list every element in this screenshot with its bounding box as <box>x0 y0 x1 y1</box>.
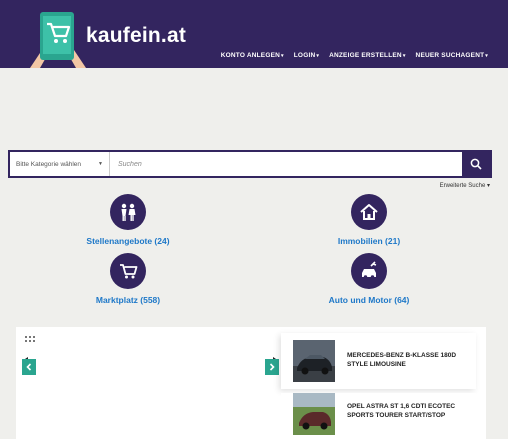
cart-icon <box>120 264 138 279</box>
category-label: Marktplatz (558) <box>95 295 161 305</box>
category-select[interactable]: Bitte Kategorie wählen ▼ <box>10 152 110 176</box>
caret-icon: ▾ <box>402 53 406 59</box>
listing-title: MERCEDES-BENZ B-KLASSE 180D STYLE LIMOUS… <box>347 352 457 368</box>
carousel-prev-button[interactable] <box>22 359 36 375</box>
chevron-down-icon: ▼ <box>98 161 103 167</box>
nav-label: KONTO ANLEGEN <box>220 52 281 59</box>
site-header: kaufein.at KONTO ANLEGEN▾ LOGIN▾ ANZEIGE… <box>0 0 508 68</box>
nav-konto-anlegen[interactable]: KONTO ANLEGEN▾ <box>221 52 284 59</box>
listing-title: OPEL ASTRA ST 1,6 CDTI ECOTEC SPORTS TOU… <box>347 403 456 419</box>
category-icon-circle <box>110 253 146 289</box>
grid-view-icon[interactable] <box>25 336 35 343</box>
caret-icon: ▾ <box>281 53 284 59</box>
category-label: Immobilien (21) <box>337 236 401 246</box>
car-photo-thumbnail <box>293 340 335 382</box>
nav-neuer-suchagent[interactable]: NEUER SUCHAGENT▾ <box>416 52 488 59</box>
search-button[interactable] <box>462 152 490 176</box>
category-auto-und-motor[interactable]: Auto und Motor (64) <box>289 253 449 305</box>
carousel-next-button[interactable] <box>265 359 279 375</box>
category-marktplatz[interactable]: Marktplatz (558) <box>48 253 208 305</box>
listings-panel: MERCEDES-BENZ B-KLASSE 180D STYLE LIMOUS… <box>16 327 486 439</box>
people-icon <box>121 203 136 221</box>
search-icon <box>470 158 482 170</box>
category-immobilien[interactable]: Immobilien (21) <box>289 194 449 246</box>
caret-icon: ▾ <box>485 53 488 59</box>
nav-label: ANZEIGE ERSTELLEN <box>329 52 402 59</box>
search-input[interactable] <box>110 152 462 176</box>
car-photo-thumbnail <box>293 393 335 435</box>
house-icon <box>360 204 378 220</box>
car-icon <box>362 261 377 279</box>
category-icon-circle <box>351 253 387 289</box>
chevron-right-icon <box>269 363 275 371</box>
search-bar: Bitte Kategorie wählen ▼ <box>8 150 492 178</box>
logo-tablet-cart-icon[interactable] <box>28 8 88 68</box>
brand-name[interactable]: kaufein.at <box>86 24 186 48</box>
nav-label: LOGIN <box>293 52 316 59</box>
nav-login[interactable]: LOGIN▾ <box>294 52 319 59</box>
category-select-label: Bitte Kategorie wählen <box>16 160 82 168</box>
nav-label: NEUER SUCHAGENT <box>415 52 485 59</box>
listing-item[interactable]: MERCEDES-BENZ B-KLASSE 180D STYLE LIMOUS… <box>281 333 476 389</box>
advanced-search-label: Erweiterte Suche <box>439 183 486 189</box>
category-stellenangebote[interactable]: Stellenangebote (24) <box>48 194 208 246</box>
caret-icon: ▾ <box>316 53 320 59</box>
category-icon-circle <box>110 194 146 230</box>
caret-icon: ▾ <box>486 183 490 189</box>
advanced-search-link[interactable]: Erweiterte Suche ▾ <box>440 182 490 189</box>
category-icon-circle <box>351 194 387 230</box>
nav-anzeige-erstellen[interactable]: ANZEIGE ERSTELLEN▾ <box>329 52 405 59</box>
listing-item[interactable]: OPEL ASTRA ST 1,6 CDTI ECOTEC SPORTS TOU… <box>281 393 476 439</box>
category-label: Auto und Motor (64) <box>328 295 410 305</box>
top-nav: KONTO ANLEGEN▾ LOGIN▾ ANZEIGE ERSTELLEN▾… <box>221 52 488 59</box>
chevron-left-icon <box>26 363 32 371</box>
category-label: Stellenangebote (24) <box>86 236 170 246</box>
